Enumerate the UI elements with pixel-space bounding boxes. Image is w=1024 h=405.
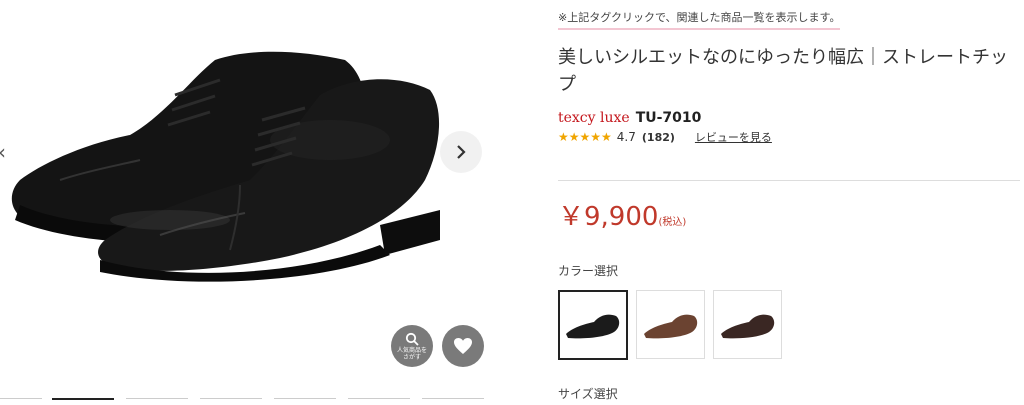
model-number: TU-7010 bbox=[635, 110, 702, 126]
tax-note: (税込) bbox=[658, 217, 687, 228]
view-reviews-link[interactable]: レビューを見る bbox=[695, 129, 772, 145]
thumbnail[interactable] bbox=[274, 398, 336, 404]
shoe-thumbnail bbox=[643, 314, 697, 338]
price-row: ￥9,900(税込) bbox=[558, 196, 686, 233]
thumbnail[interactable] bbox=[422, 398, 484, 404]
thumbnail[interactable] bbox=[0, 398, 42, 404]
thumbnail[interactable] bbox=[348, 398, 410, 404]
star-rating-icon: ★★★★★ bbox=[558, 130, 612, 144]
heart-icon bbox=[454, 338, 472, 354]
search-button-label-1: 人気商品を bbox=[396, 346, 427, 354]
chevron-left-icon: ‹ bbox=[0, 140, 6, 164]
product-gallery: ‹ 人気商品を さがす bbox=[0, 0, 500, 403]
review-count: (182) bbox=[641, 130, 675, 144]
divider bbox=[558, 180, 1020, 181]
rating-row: ★★★★★ 4.7 (182) レビューを見る bbox=[558, 129, 772, 145]
color-swatch-brown[interactable] bbox=[636, 290, 705, 359]
product-title: 美しいシルエットなのにゆったり幅広｜ストレートチップ bbox=[558, 47, 1008, 95]
brand-row: texcy luxe TU-7010 bbox=[558, 107, 701, 126]
popular-search-button[interactable]: 人気商品を さがす bbox=[391, 325, 433, 367]
price: ￥9,900 bbox=[558, 202, 659, 232]
prev-image-button[interactable]: ‹ bbox=[0, 140, 14, 164]
brand-name[interactable]: texcy luxe bbox=[558, 110, 630, 126]
color-swatch-dark-brown[interactable] bbox=[713, 290, 782, 359]
search-icon bbox=[405, 332, 419, 346]
color-select-label: カラー選択 bbox=[558, 264, 619, 278]
shoe-thumbnail bbox=[720, 314, 774, 338]
thumbnail[interactable] bbox=[200, 398, 262, 404]
rating-score: 4.7 bbox=[616, 130, 636, 144]
favorite-button[interactable] bbox=[442, 325, 484, 367]
thumbnail-strip bbox=[0, 398, 500, 403]
tag-note: ※上記タグクリックで、関連した商品一覧を表示します。 bbox=[558, 9, 841, 30]
color-swatch-black[interactable] bbox=[558, 290, 628, 360]
shoe-thumbnail bbox=[566, 314, 620, 339]
search-button-label-2: さがす bbox=[402, 353, 421, 361]
chevron-right-icon bbox=[457, 145, 466, 159]
product-info-panel: ※上記タグクリックで、関連した商品一覧を表示します。 美しいシルエットなのにゆっ… bbox=[558, 0, 1020, 403]
thumbnail-active[interactable] bbox=[52, 398, 114, 405]
product-main-image[interactable] bbox=[0, 20, 440, 290]
thumbnail[interactable] bbox=[126, 398, 188, 404]
next-image-button[interactable] bbox=[440, 131, 482, 173]
color-swatches bbox=[558, 290, 782, 360]
size-select-label: サイズ選択 bbox=[558, 387, 618, 401]
